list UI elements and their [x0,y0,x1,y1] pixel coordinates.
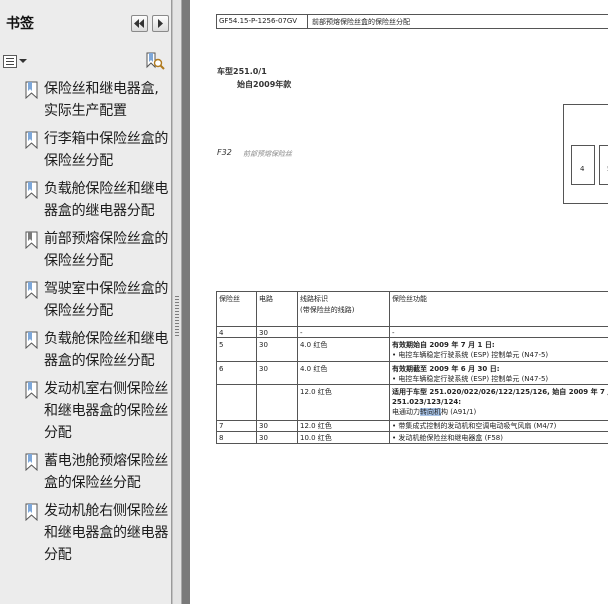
cell-fuse: 6 [219,365,224,373]
column-header-wire-sub: (带保险丝的线路) [300,306,355,314]
cell-function: 适用于车型 251.020/022/026/122/125/126, 始自 20… [392,388,608,396]
document-header: GF54.15-P-1256-07GV 前部预熔保险丝盒的保险丝分配 [216,14,608,29]
right-arrow-icon [158,19,163,28]
fuse-box-code: F32 [217,148,232,157]
fuse-slot-label: 4 [580,165,585,173]
column-header-fuse: 保险丝 [219,295,240,303]
collapse-panel-button[interactable] [131,15,148,32]
column-header-function: 保险丝功能 [392,295,427,303]
cell-wire: 12.0 红色 [300,422,332,430]
cell-circuit: 30 [259,365,268,373]
bookmark-icon [25,81,38,99]
bookmark-label: 驾驶室中保险丝盒的保险丝分配 [44,281,169,319]
bookmark-item[interactable]: 保险丝和继电器盒,实际生产配置 [22,78,170,122]
bookmark-item[interactable]: 蓄电池舱预熔保险丝盒的保险丝分配 [22,450,170,494]
bookmark-item[interactable]: 负载舱保险丝和继电器盒的保险丝分配 [22,328,170,372]
fuse-box-diagram: 4 5 [563,104,608,204]
text-span: 电通动力 [392,408,420,416]
bookmark-label: 发动机舱右侧保险丝和继电器盒的继电器分配 [44,503,169,563]
cell-function: • 发动机舱保险丝和继电器盒 (F58) [392,434,503,442]
bookmark-icon [25,503,38,521]
bookmark-item[interactable]: 行李箱中保险丝盒的保险丝分配 [22,128,170,172]
bookmark-label: 蓄电池舱预熔保险丝盒的保险丝分配 [44,453,169,491]
bookmark-icon [25,231,38,249]
panel-toolbar [0,46,172,74]
list-options-icon [3,54,17,68]
bookmark-label: 发动机室右侧保险丝和继电器盒的保险丝分配 [44,381,169,441]
cell-function: 有效期始自 2009 年 7 月 1 日: [392,341,495,349]
bookmark-item[interactable]: 驾驶室中保险丝盒的保险丝分配 [22,278,170,322]
cell-function: - [392,329,395,337]
vehicle-model: 车型251.0/1 [217,67,267,76]
cell-function: • 电控车辆稳定行驶系统 (ESP) 控制单元 (N47-5) [392,375,549,383]
document-view[interactable]: GF54.15-P-1256-07GV 前部预熔保险丝盒的保险丝分配 车型251… [182,0,608,604]
cell-function: • 电控车辆稳定行驶系统 (ESP) 控制单元 (N47-5) [392,351,549,359]
double-left-arrow-icon [134,19,144,28]
highlighted-text: 转向机 [420,408,441,416]
cell-function: 电通动力转向机构 (A91/1) [392,407,476,417]
document-title: 前部预熔保险丝盒的保险丝分配 [312,18,410,26]
cell-fuse: 7 [219,422,224,430]
options-menu-button[interactable] [3,53,29,69]
bookmark-label: 前部预熔保险丝盒的保险丝分配 [44,231,169,269]
bookmark-item[interactable]: 发动机室右侧保险丝和继电器盒的保险丝分配 [22,378,170,444]
bookmark-list: 保险丝和继电器盒,实际生产配置 行李箱中保险丝盒的保险丝分配 负载舱保险丝和继电… [22,78,170,572]
cell-wire: 12.0 红色 [300,388,332,396]
bookmark-icon [25,381,38,399]
panel-title: 书签 [6,16,34,32]
cell-circuit: 30 [259,422,268,430]
text-span: 构 (A91/1) [441,408,477,416]
cell-circuit: 30 [259,329,268,337]
bookmark-icon [25,181,38,199]
bookmark-label: 保险丝和继电器盒,实际生产配置 [44,81,159,119]
cell-function: 251.023/123/124: [392,398,462,406]
column-header-circuit: 电路 [259,295,273,303]
cell-wire: 4.0 红色 [300,341,328,349]
column-header-wire: 线路标识 [300,295,328,303]
cell-wire: - [300,329,303,337]
bookmark-item[interactable]: 前部预熔保险丝盒的保险丝分配 [22,228,170,272]
bookmark-icon [25,331,38,349]
bookmarks-panel: 书签 保险丝和继电器盒,实际生产配置 行李箱中保险丝盒的保险丝分配 负载舱保险丝… [0,0,172,604]
cell-fuse: 5 [219,341,224,349]
model-year: 始自2009年款 [237,80,292,89]
panel-header: 书签 [0,0,172,46]
cell-wire: 10.0 红色 [300,434,332,442]
panel-splitter[interactable] [172,0,182,604]
cell-wire: 4.0 红色 [300,365,328,373]
bookmark-label: 行李箱中保险丝盒的保险丝分配 [44,131,169,169]
new-bookmark-button[interactable] [143,51,165,71]
bookmark-item[interactable]: 负载舱保险丝和继电器盒的继电器分配 [22,178,170,222]
cell-function: • 带集成式控制的发动机和空调电动吸气风扇 (M4/7) [392,422,557,430]
splitter-grip-icon [175,296,179,336]
cell-fuse: 8 [219,434,224,442]
chevron-down-icon [19,59,27,63]
document-code: GF54.15-P-1256-07GV [219,17,298,25]
bookmark-icon [25,453,38,471]
cell-function: 有效期截至 2009 年 6 月 30 日: [392,365,500,373]
bookmark-label: 负载舱保险丝和继电器盒的继电器分配 [44,181,169,219]
cell-circuit: 30 [259,341,268,349]
bookmark-icon [25,131,38,149]
bookmark-icon [25,281,38,299]
cell-fuse: 4 [219,329,224,337]
fuse-box-description: 前部预熔保险丝 [243,150,292,158]
bookmark-label: 负载舱保险丝和继电器盒的保险丝分配 [44,331,169,369]
pdf-page: GF54.15-P-1256-07GV 前部预熔保险丝盒的保险丝分配 车型251… [190,0,608,604]
bookmark-item[interactable]: 发动机舱右侧保险丝和继电器盒的继电器分配 [22,500,170,566]
cell-circuit: 30 [259,434,268,442]
bookmark-search-icon [146,52,165,70]
expand-panel-button[interactable] [152,15,169,32]
